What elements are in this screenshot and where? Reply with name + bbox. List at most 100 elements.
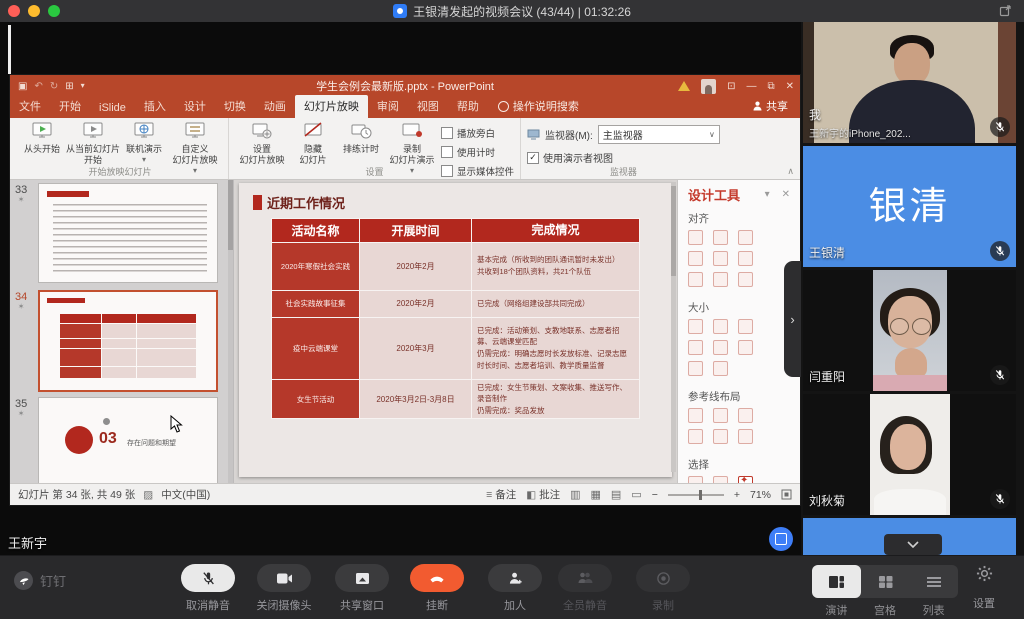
align-tool-icon[interactable] — [688, 251, 703, 266]
play-narrations-checkbox[interactable]: 播放旁白 — [441, 126, 514, 140]
detach-window-icon[interactable] — [999, 4, 1012, 22]
size-tool-icon[interactable] — [713, 340, 728, 355]
slide-thumb-34-selected[interactable] — [38, 290, 218, 392]
align-tool-icon[interactable] — [738, 251, 753, 266]
align-tool-icon[interactable] — [713, 251, 728, 266]
size-tool-icon[interactable] — [688, 361, 703, 376]
guide-tool-icon[interactable] — [713, 408, 728, 423]
size-tool-icon[interactable] — [738, 319, 753, 334]
slide-thumbnail-panel[interactable]: 33✶ 34✶ — [10, 180, 234, 483]
use-timings-checkbox[interactable]: 使用计时 — [441, 145, 514, 159]
ppt-share-button[interactable]: 共享 — [753, 98, 788, 118]
floating-message-button[interactable] — [769, 527, 793, 551]
tell-me-search[interactable]: 操作说明搜索 — [498, 98, 579, 118]
tab-animations[interactable]: 动画 — [255, 95, 295, 118]
guide-tool-icon[interactable] — [688, 408, 703, 423]
collapse-ribbon-icon[interactable]: ∧ — [787, 166, 794, 177]
tab-help[interactable]: 帮助 — [448, 95, 488, 118]
ribbon-options-icon[interactable]: ⊡ — [727, 81, 735, 92]
tab-file[interactable]: 文件 — [10, 95, 50, 118]
record-button[interactable]: 录制 — [628, 564, 698, 613]
hangup-button[interactable]: 挂断 — [402, 564, 472, 613]
tab-islide[interactable]: iSlide — [90, 99, 135, 118]
normal-view-icon[interactable]: ▥ — [570, 488, 580, 501]
slide-thumb-35[interactable]: 03 存在问题和期望 — [38, 397, 218, 483]
reading-view-icon[interactable]: ▤ — [611, 488, 621, 501]
video-tile-yanchongyang[interactable]: 闫重阳 — [803, 270, 1016, 391]
notes-button[interactable]: ≡ 备注 — [486, 487, 516, 502]
tab-design[interactable]: 设计 — [175, 95, 215, 118]
section-select: 选择 — [688, 457, 790, 472]
use-presenter-view-checkbox[interactable]: ✓使用演示者视图 — [527, 150, 720, 165]
align-tool-icon[interactable] — [688, 272, 703, 287]
powerpoint-window[interactable]: ▣ ↶ ↻ ⊞ ▾ 学生会例会最新版.pptx - PowerPoint ⊡ —… — [10, 75, 800, 505]
align-tool-icon[interactable] — [738, 272, 753, 287]
camera-off-button[interactable]: 关闭摄像头 — [249, 564, 319, 613]
size-tool-icon[interactable] — [738, 340, 753, 355]
fit-slide-icon[interactable] — [781, 489, 792, 500]
add-person-button[interactable]: 加人 — [480, 564, 550, 613]
zoom-out-icon[interactable]: − — [652, 489, 658, 501]
account-avatar-icon[interactable] — [701, 79, 716, 94]
grid-view-button[interactable] — [861, 565, 910, 598]
rehearse-timings-button[interactable]: 排练计时 — [337, 121, 385, 155]
size-tool-icon[interactable] — [688, 319, 703, 334]
annotation-panel-toggle[interactable]: › — [784, 261, 801, 377]
monitor-select[interactable]: 主监视器∨ — [598, 125, 720, 144]
align-tool-icon[interactable] — [688, 230, 703, 245]
panel-close-icon[interactable]: ✕ — [782, 189, 790, 200]
ribbon-group-start-slideshow: 从头开始 从当前幻灯片开始 联机演示 自定义幻灯片放映 开始放映幻灯片 — [12, 118, 229, 179]
panel-dropdown-icon[interactable]: ▾ — [765, 189, 770, 200]
canvas-scrollbar[interactable] — [671, 182, 676, 472]
video-tile-liuqiuju[interactable]: 刘秋菊 — [803, 394, 1016, 515]
video-tile-self[interactable]: 我 王新宇的iPhone_202... — [803, 22, 1016, 143]
select-tool-icon[interactable] — [688, 476, 703, 483]
slide-canvas[interactable]: 近期工作情况 活动名称 开展时间 完成情况 2020年寒假社会实践 2020年2… — [234, 180, 677, 483]
settings-button[interactable]: 设置 — [958, 565, 1010, 611]
slide-thumb-33[interactable] — [38, 183, 218, 283]
guide-tool-icon[interactable] — [713, 429, 728, 444]
speaker-view-button[interactable] — [812, 565, 861, 598]
tab-home[interactable]: 开始 — [50, 95, 90, 118]
tab-view[interactable]: 视图 — [408, 95, 448, 118]
tab-insert[interactable]: 插入 — [135, 95, 175, 118]
mute-all-button[interactable]: 全员静音 — [550, 564, 620, 613]
warning-icon[interactable] — [678, 81, 690, 91]
setup-slideshow-button[interactable]: 设置幻灯片放映 — [235, 121, 289, 166]
select-tool-icon[interactable] — [738, 476, 753, 483]
language-indicator[interactable]: 中文(中国) — [161, 487, 210, 502]
zoom-slider[interactable] — [668, 494, 724, 496]
guide-tool-icon[interactable] — [738, 408, 753, 423]
tab-transitions[interactable]: 切换 — [215, 95, 255, 118]
size-tool-icon[interactable] — [688, 340, 703, 355]
tab-review[interactable]: 审阅 — [368, 95, 408, 118]
thumbnail-scrollbar[interactable] — [228, 180, 233, 483]
align-tool-icon[interactable] — [713, 272, 728, 287]
zoom-in-icon[interactable]: + — [734, 489, 740, 501]
video-tile-wangyinqing[interactable]: 银清 王银清 — [803, 146, 1016, 267]
restore-icon[interactable]: ⧉ — [767, 81, 774, 92]
select-tool-icon[interactable] — [713, 476, 728, 483]
slide-sorter-icon[interactable]: ▦ — [590, 488, 600, 501]
from-current-slide-button[interactable]: 从当前幻灯片开始 — [66, 121, 120, 166]
share-window-button[interactable]: 共享窗口 — [327, 564, 397, 613]
size-tool-icon[interactable] — [713, 361, 728, 376]
list-view-button[interactable] — [909, 565, 958, 598]
align-tool-icon[interactable] — [713, 230, 728, 245]
comments-button[interactable]: ◧ 批注 — [526, 487, 560, 502]
zoom-percent[interactable]: 71% — [750, 489, 771, 501]
spellcheck-icon[interactable]: ▨ — [143, 489, 153, 501]
close-icon[interactable]: ✕ — [786, 81, 794, 92]
guide-tool-icon[interactable] — [738, 429, 753, 444]
guide-tool-icon[interactable] — [688, 429, 703, 444]
unmute-button[interactable]: 取消静音 — [173, 564, 243, 613]
tab-slideshow[interactable]: 幻灯片放映 — [295, 95, 368, 118]
scroll-down-button[interactable] — [884, 534, 942, 555]
present-online-button[interactable]: 联机演示 — [120, 121, 168, 164]
minimize-icon[interactable]: — — [746, 81, 756, 92]
from-beginning-button[interactable]: 从头开始 — [18, 121, 66, 155]
size-tool-icon[interactable] — [713, 319, 728, 334]
hide-slide-button[interactable]: 隐藏幻灯片 — [289, 121, 337, 166]
align-tool-icon[interactable] — [738, 230, 753, 245]
slideshow-view-icon[interactable]: ▭ — [631, 488, 641, 501]
